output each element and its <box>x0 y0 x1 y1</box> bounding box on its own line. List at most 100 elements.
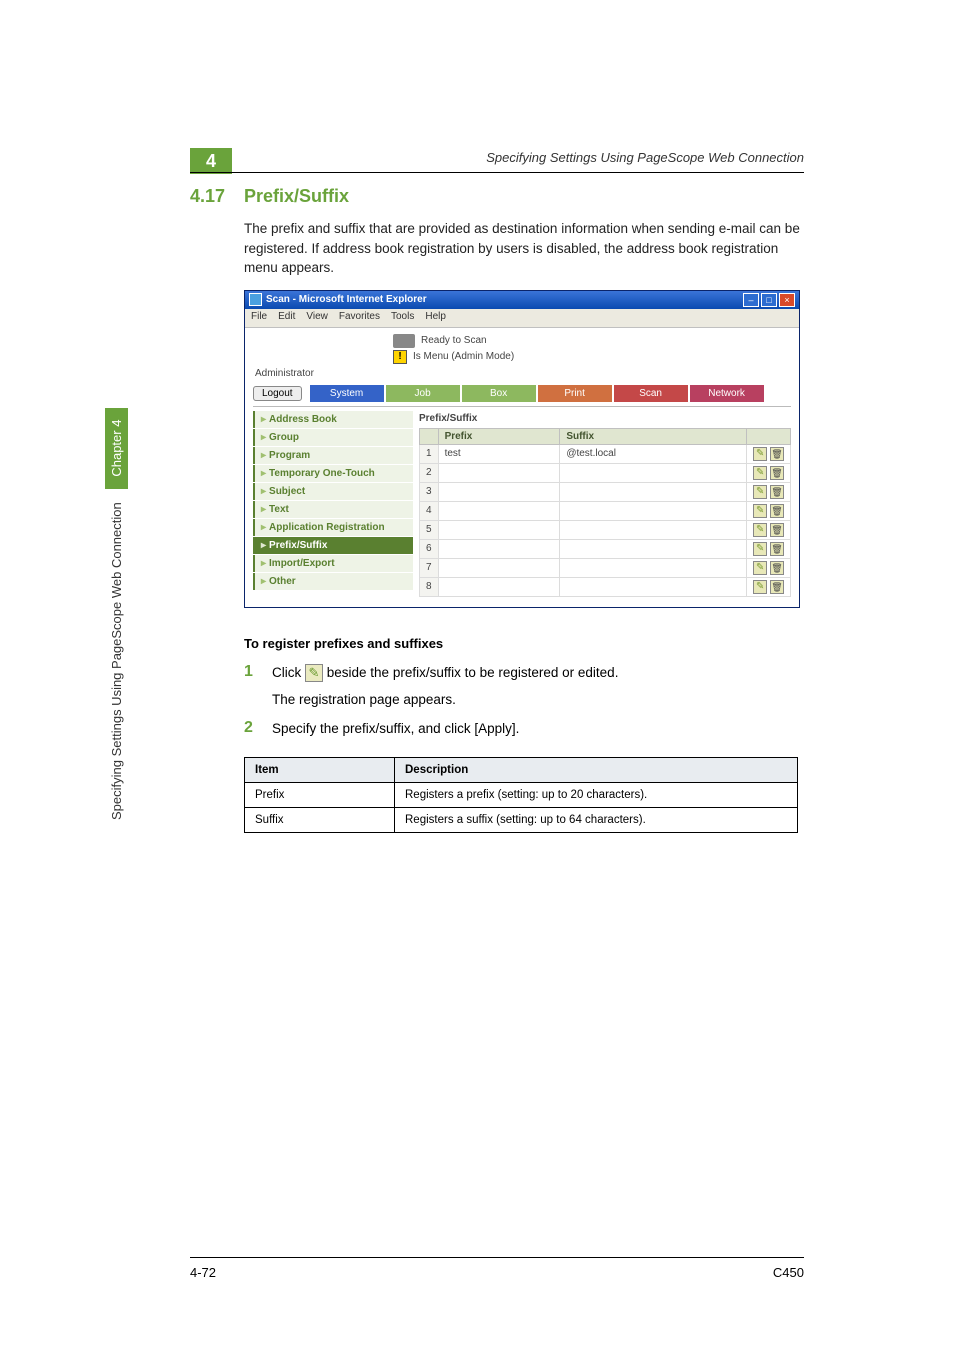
table-row: 8 <box>420 577 791 596</box>
menu-edit[interactable]: Edit <box>278 311 295 325</box>
row-suffix <box>560 482 747 501</box>
delete-icon[interactable] <box>770 523 784 537</box>
step-1-text-b: beside the prefix/suffix to be registere… <box>327 665 619 680</box>
desc-h1: Item <box>245 757 395 782</box>
sidebar-item-application-registration[interactable]: ▸Application Registration <box>253 519 413 536</box>
edit-icon[interactable] <box>753 561 767 575</box>
tab-scan[interactable]: Scan <box>614 385 688 402</box>
side-label: Specifying Settings Using PageScope Web … <box>105 408 128 820</box>
row-prefix <box>438 558 560 577</box>
row-suffix: @test.local <box>560 444 747 463</box>
menu-file[interactable]: File <box>251 311 267 325</box>
row-index: 8 <box>420 577 439 596</box>
tabs-rule <box>253 406 791 407</box>
tab-network[interactable]: Network <box>690 385 764 402</box>
step-1-text: Click ✎ beside the prefix/suffix to be r… <box>272 663 804 683</box>
step-2-text: Specify the prefix/suffix, and click [Ap… <box>272 719 804 739</box>
ie-logo-icon <box>779 311 793 325</box>
edit-icon[interactable] <box>753 523 767 537</box>
ie-icon <box>249 293 262 306</box>
row-index: 3 <box>420 482 439 501</box>
menubar: File Edit View Favorites Tools Help <box>245 309 799 328</box>
delete-icon[interactable] <box>770 580 784 594</box>
step-2-number: 2 <box>244 719 272 737</box>
menu-tools[interactable]: Tools <box>391 311 414 325</box>
row-prefix <box>438 520 560 539</box>
table-row: 3 <box>420 482 791 501</box>
table-row: 5 <box>420 520 791 539</box>
logout-button[interactable]: Logout <box>253 386 302 401</box>
tab-box[interactable]: Box <box>462 385 536 402</box>
delete-icon[interactable] <box>770 542 784 556</box>
col-prefix: Prefix <box>438 428 560 444</box>
tab-job[interactable]: Job <box>386 385 460 402</box>
chapter-box: 4 <box>190 148 232 174</box>
sidebar-item-other[interactable]: ▸Other <box>253 573 413 590</box>
row-suffix <box>560 558 747 577</box>
prefix-suffix-table: Prefix Suffix 1test@test.local 2 3 4 5 6… <box>419 428 791 597</box>
desc-h2: Description <box>395 757 798 782</box>
sidebar-item-address-book[interactable]: ▸Address Book <box>253 411 413 428</box>
sidebar-item-text[interactable]: ▸Text <box>253 501 413 518</box>
step-1-text-a: Click <box>272 665 305 680</box>
row-index: 7 <box>420 558 439 577</box>
menu-view[interactable]: View <box>306 311 328 325</box>
intro-text: The prefix and suffix that are provided … <box>244 219 804 278</box>
pencil-icon: ✎ <box>305 664 323 682</box>
table-row: Suffix Registers a suffix (setting: up t… <box>245 807 798 832</box>
table-row: 6 <box>420 539 791 558</box>
sidebar-item-import-export[interactable]: ▸Import/Export <box>253 555 413 572</box>
section-title: Prefix/Suffix <box>244 186 349 207</box>
menu-favorites[interactable]: Favorites <box>339 311 380 325</box>
titlebar: Scan - Microsoft Internet Explorer – □ × <box>245 291 799 309</box>
row-prefix <box>438 482 560 501</box>
edit-icon[interactable] <box>753 485 767 499</box>
delete-icon[interactable] <box>770 504 784 518</box>
delete-icon[interactable] <box>770 447 784 461</box>
table-row: 1test@test.local <box>420 444 791 463</box>
side-label-text: Specifying Settings Using PageScope Web … <box>109 502 124 820</box>
maximize-button[interactable]: □ <box>761 293 777 307</box>
sidebar-item-subject[interactable]: ▸Subject <box>253 483 413 500</box>
close-button[interactable]: × <box>779 293 795 307</box>
step-1-sub: The registration page appears. <box>272 692 804 707</box>
row-prefix <box>438 463 560 482</box>
section-number: 4.17 <box>190 186 244 207</box>
row-index: 4 <box>420 501 439 520</box>
delete-icon[interactable] <box>770 466 784 480</box>
edit-icon[interactable] <box>753 447 767 461</box>
edit-icon[interactable] <box>753 580 767 594</box>
row-prefix <box>438 501 560 520</box>
row-index: 5 <box>420 520 439 539</box>
edit-icon[interactable] <box>753 466 767 480</box>
sidebar-item-temporary-one-touch[interactable]: ▸Temporary One-Touch <box>253 465 413 482</box>
minimize-button[interactable]: – <box>743 293 759 307</box>
delete-icon[interactable] <box>770 561 784 575</box>
admin-label: Administrator <box>255 368 791 379</box>
row-suffix <box>560 501 747 520</box>
row-index: 6 <box>420 539 439 558</box>
footer-model: C450 <box>773 1265 804 1280</box>
row-suffix <box>560 577 747 596</box>
delete-icon[interactable] <box>770 485 784 499</box>
table-row: 4 <box>420 501 791 520</box>
col-actions <box>747 428 791 444</box>
sidebar-item-group[interactable]: ▸Group <box>253 429 413 446</box>
browser-window: Scan - Microsoft Internet Explorer – □ ×… <box>244 290 800 608</box>
sidebar-item-program[interactable]: ▸Program <box>253 447 413 464</box>
menu-help[interactable]: Help <box>425 311 446 325</box>
footer-page: 4-72 <box>190 1265 216 1280</box>
tab-print[interactable]: Print <box>538 385 612 402</box>
tab-system[interactable]: System <box>310 385 384 402</box>
window-title: Scan - Microsoft Internet Explorer <box>266 294 743 305</box>
col-suffix: Suffix <box>560 428 747 444</box>
table-row: Prefix Registers a prefix (setting: up t… <box>245 782 798 807</box>
row-index: 2 <box>420 463 439 482</box>
running-head: Specifying Settings Using PageScope Web … <box>486 150 804 165</box>
edit-icon[interactable] <box>753 504 767 518</box>
sidebar-item-prefix-suffix[interactable]: ▸Prefix/Suffix <box>253 537 413 554</box>
row-index: 1 <box>420 444 439 463</box>
sidebar: ▸Address Book▸Group▸Program▸Temporary On… <box>253 411 413 597</box>
edit-icon[interactable] <box>753 542 767 556</box>
desc-r2v: Registers a suffix (setting: up to 64 ch… <box>395 807 798 832</box>
